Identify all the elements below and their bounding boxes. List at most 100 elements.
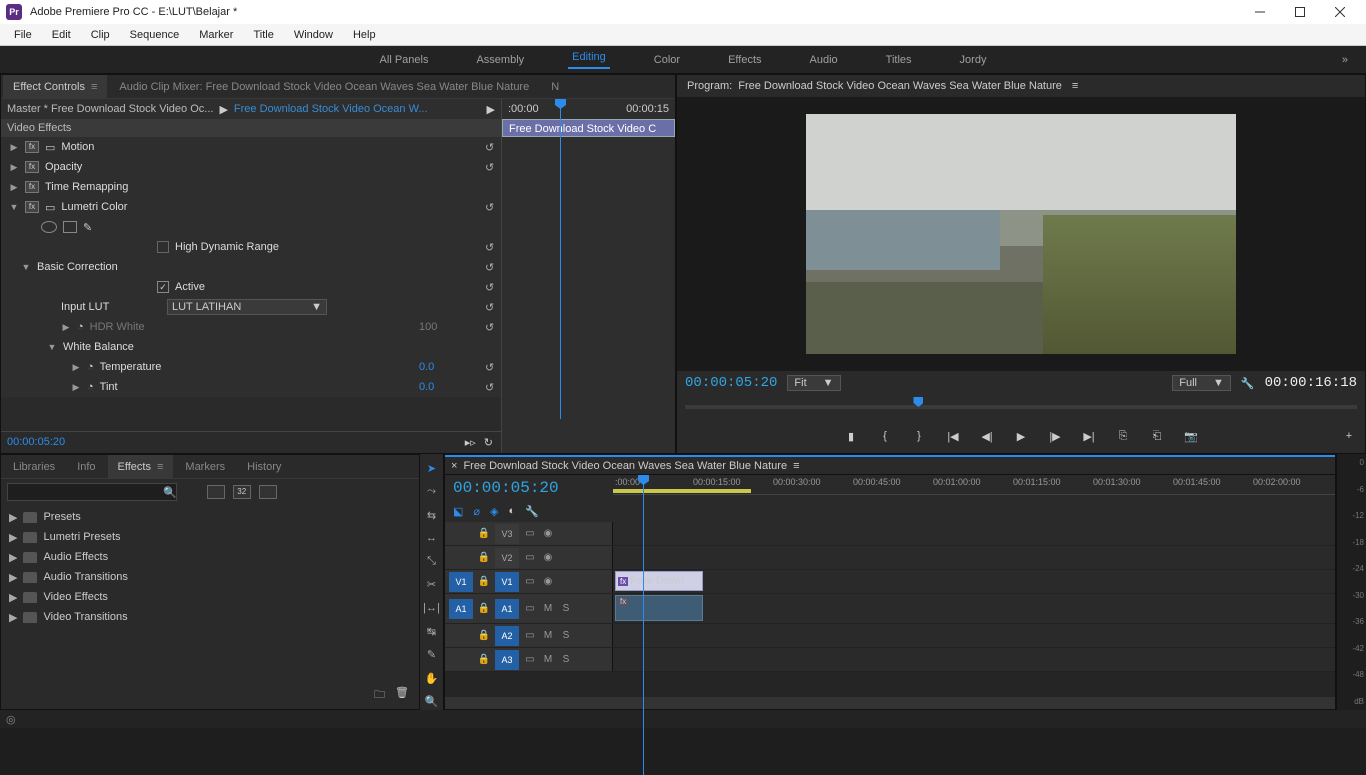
track-target-v2[interactable]: V2	[495, 548, 519, 568]
sequence-tab[interactable]: Free Download Stock Video Ocean Waves Se…	[463, 460, 787, 472]
sync-settings-icon[interactable]: ◎	[6, 713, 16, 726]
sync-lock-icon[interactable]: ▭	[523, 603, 537, 614]
reset-button[interactable]: ↺	[485, 201, 501, 214]
reset-button[interactable]: ↺	[485, 241, 501, 254]
zoom-icon[interactable]: ▸▹	[465, 436, 476, 449]
reset-button[interactable]: ↺	[485, 381, 501, 394]
sequence-close-button[interactable]: ×	[451, 460, 457, 472]
panel-menu-icon[interactable]: ≡	[157, 461, 163, 473]
resolution-dropdown[interactable]: Full▼	[1172, 375, 1231, 391]
tint-value[interactable]: 0.0	[419, 381, 479, 393]
sync-lock-icon[interactable]: ▭	[523, 576, 537, 587]
tab-audio-clip-mixer[interactable]: Audio Clip Mixer: Free Download Stock Vi…	[109, 75, 539, 98]
32bit-filter[interactable]: 32	[233, 485, 251, 499]
eye-icon[interactable]: ◉	[541, 576, 555, 587]
lift-button[interactable]: ⎘	[1115, 428, 1131, 444]
basic-correction-row[interactable]: ▼Basic Correction↺	[1, 257, 501, 277]
eye-icon[interactable]: ◉	[541, 528, 555, 539]
stopwatch-icon[interactable]: ◔	[87, 361, 94, 373]
high-dynamic-range-toggle[interactable]: High Dynamic Range↺	[1, 237, 501, 257]
step-back-button[interactable]: ◀|	[979, 428, 995, 444]
tab-markers[interactable]: Markers	[175, 455, 235, 478]
extract-button[interactable]: ⎗	[1149, 428, 1165, 444]
temperature-row[interactable]: ▶◔Temperature0.0↺	[1, 357, 501, 377]
timeline-ruler[interactable]: :00:00 00:00:15:00 00:00:30:00 00:00:45:…	[613, 475, 1335, 495]
hand-tool[interactable]: ✋	[423, 669, 441, 686]
razor-tool[interactable]: ✂	[423, 576, 441, 593]
timeline-timecode[interactable]: 00:00:05:20	[445, 475, 613, 501]
workspace-editing[interactable]: Editing	[568, 51, 610, 69]
workspace-titles[interactable]: Titles	[882, 54, 916, 66]
sync-lock-icon[interactable]: ▭	[523, 654, 537, 665]
linked-selection-toggle[interactable]: ⌀	[473, 505, 480, 518]
play-button[interactable]: ▶	[1013, 428, 1029, 444]
reset-button[interactable]: ↺	[485, 281, 501, 294]
go-to-in-button[interactable]: |◀	[945, 428, 961, 444]
white-balance-row[interactable]: ▼White Balance	[1, 337, 501, 357]
export-frame-button[interactable]: 📷	[1183, 428, 1199, 444]
menu-sequence[interactable]: Sequence	[120, 24, 190, 45]
folder-lumetri-presets[interactable]: ▶Lumetri Presets	[1, 527, 419, 547]
menu-marker[interactable]: Marker	[189, 24, 243, 45]
tab-effect-controls[interactable]: Effect Controls≡	[3, 75, 107, 98]
menu-clip[interactable]: Clip	[81, 24, 120, 45]
workspace-jordy[interactable]: Jordy	[956, 54, 991, 66]
menu-help[interactable]: Help	[343, 24, 386, 45]
source-patch-a1[interactable]: A1	[449, 599, 473, 619]
track-target-a2[interactable]: A2	[495, 626, 519, 646]
stopwatch-icon[interactable]: ◔	[87, 381, 94, 393]
slide-tool[interactable]: ↹	[423, 623, 441, 640]
folder-video-effects[interactable]: ▶Video Effects	[1, 587, 419, 607]
effect-opacity[interactable]: ▶fxOpacity↺	[1, 157, 501, 177]
sync-lock-icon[interactable]: ▭	[523, 630, 537, 641]
eye-icon[interactable]: ◉	[541, 552, 555, 563]
solo-button[interactable]: S	[559, 654, 573, 665]
effects-search-input[interactable]	[7, 483, 177, 501]
zoom-tool[interactable]: 🔍	[423, 693, 441, 710]
mark-in-button[interactable]: ▮	[843, 428, 859, 444]
hdr-white-row[interactable]: ▶◔HDR White100↺	[1, 317, 501, 337]
lock-icon[interactable]: 🔒	[477, 630, 491, 641]
solo-button[interactable]: S	[559, 630, 573, 641]
panel-menu-icon[interactable]: ≡	[793, 460, 799, 472]
loop-icon[interactable]: ↻	[484, 436, 493, 449]
rect-mask-icon[interactable]	[63, 221, 77, 233]
timeline-settings-button[interactable]: ◐	[509, 505, 516, 518]
reset-button[interactable]: ↺	[485, 161, 501, 174]
wrench-icon[interactable]: 🔧	[1241, 377, 1255, 390]
accelerated-effects-filter[interactable]	[207, 485, 225, 499]
mute-button[interactable]: M	[541, 654, 555, 665]
mini-timeline-clip[interactable]: Free Download Stock Video C	[502, 119, 675, 137]
menu-title[interactable]: Title	[243, 24, 283, 45]
stopwatch-icon[interactable]: ◔	[77, 321, 84, 333]
tab-history[interactable]: History	[237, 455, 291, 478]
window-minimize-button[interactable]	[1240, 0, 1280, 24]
add-marker-button[interactable]: ◈	[490, 505, 498, 518]
timeline-wrench-button[interactable]: 🔧	[525, 505, 539, 518]
rate-stretch-tool[interactable]: ⤡	[423, 553, 441, 570]
source-patch-v3[interactable]	[449, 524, 473, 544]
source-patch-v2[interactable]	[449, 548, 473, 568]
window-maximize-button[interactable]	[1280, 0, 1320, 24]
solo-button[interactable]: S	[559, 603, 573, 614]
sync-lock-icon[interactable]: ▭	[523, 552, 537, 563]
track-target-v3[interactable]: V3	[495, 524, 519, 544]
sync-lock-icon[interactable]: ▭	[523, 528, 537, 539]
workspace-all-panels[interactable]: All Panels	[376, 54, 433, 66]
work-area-bar[interactable]	[613, 489, 751, 493]
tint-row[interactable]: ▶◔Tint0.0↺	[1, 377, 501, 397]
effect-motion[interactable]: ▶fx▭Motion↺	[1, 137, 501, 157]
snap-toggle[interactable]: ⬕	[453, 505, 463, 518]
program-scrub-bar[interactable]	[685, 397, 1357, 417]
menu-edit[interactable]: Edit	[42, 24, 81, 45]
lock-icon[interactable]: 🔒	[477, 552, 491, 563]
window-close-button[interactable]	[1320, 0, 1360, 24]
chevron-right-icon[interactable]: ▶	[487, 103, 495, 116]
mute-button[interactable]: M	[541, 603, 555, 614]
tab-effects[interactable]: Effects≡	[108, 455, 174, 478]
selection-tool[interactable]: ➤	[423, 460, 441, 477]
lock-icon[interactable]: 🔒	[477, 603, 491, 614]
reset-button[interactable]: ↺	[485, 141, 501, 154]
folder-audio-effects[interactable]: ▶Audio Effects	[1, 547, 419, 567]
source-patch-a2[interactable]	[449, 626, 473, 646]
